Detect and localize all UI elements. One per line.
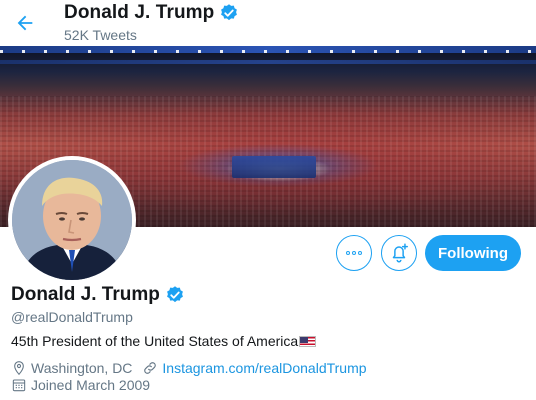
header-title: Donald J. Trump: [64, 2, 239, 24]
header-name: Donald J. Trump: [64, 2, 215, 23]
bio-text: 45th President of the United States of A…: [11, 333, 299, 349]
verified-badge-icon: [166, 286, 183, 303]
banner-stage: [232, 156, 316, 178]
profile-joined-row: Joined March 2009: [11, 377, 150, 393]
tweet-count: 52K Tweets: [64, 27, 137, 43]
profile-handle: @realDonaldTrump: [11, 309, 133, 325]
following-button[interactable]: Following: [425, 235, 521, 271]
avatar-portrait-illustration: [12, 160, 132, 280]
calendar-icon: [12, 379, 26, 392]
profile-name: Donald J. Trump: [11, 284, 160, 305]
notifications-button[interactable]: [381, 235, 417, 271]
profile-website-link[interactable]: Instagram.com/realDonaldTrump: [162, 360, 366, 376]
verified-badge-icon: [221, 4, 238, 21]
banner-arena-band-lower: [0, 60, 536, 64]
profile-avatar[interactable]: [8, 156, 136, 284]
location-pin-icon: [14, 361, 24, 376]
banner-arena-lights: [0, 50, 536, 53]
link-icon: [144, 362, 157, 374]
profile-meta-row: Washington, DC Instagram.com/realDonaldT…: [11, 360, 367, 376]
profile-name-row: Donald J. Trump: [11, 284, 185, 306]
more-dots-icon: [346, 251, 362, 255]
back-arrow-icon[interactable]: [14, 12, 36, 34]
profile-header-bar: Donald J. Trump 52K Tweets: [0, 0, 536, 45]
us-flag-icon: [299, 335, 317, 347]
profile-joined-date: Joined March 2009: [31, 377, 151, 393]
profile-bio: 45th President of the United States of A…: [11, 333, 317, 349]
more-options-button[interactable]: [336, 235, 372, 271]
bell-plus-icon: [392, 243, 408, 263]
profile-location: Washington, DC: [31, 360, 133, 376]
avatar-photo: [12, 160, 132, 280]
